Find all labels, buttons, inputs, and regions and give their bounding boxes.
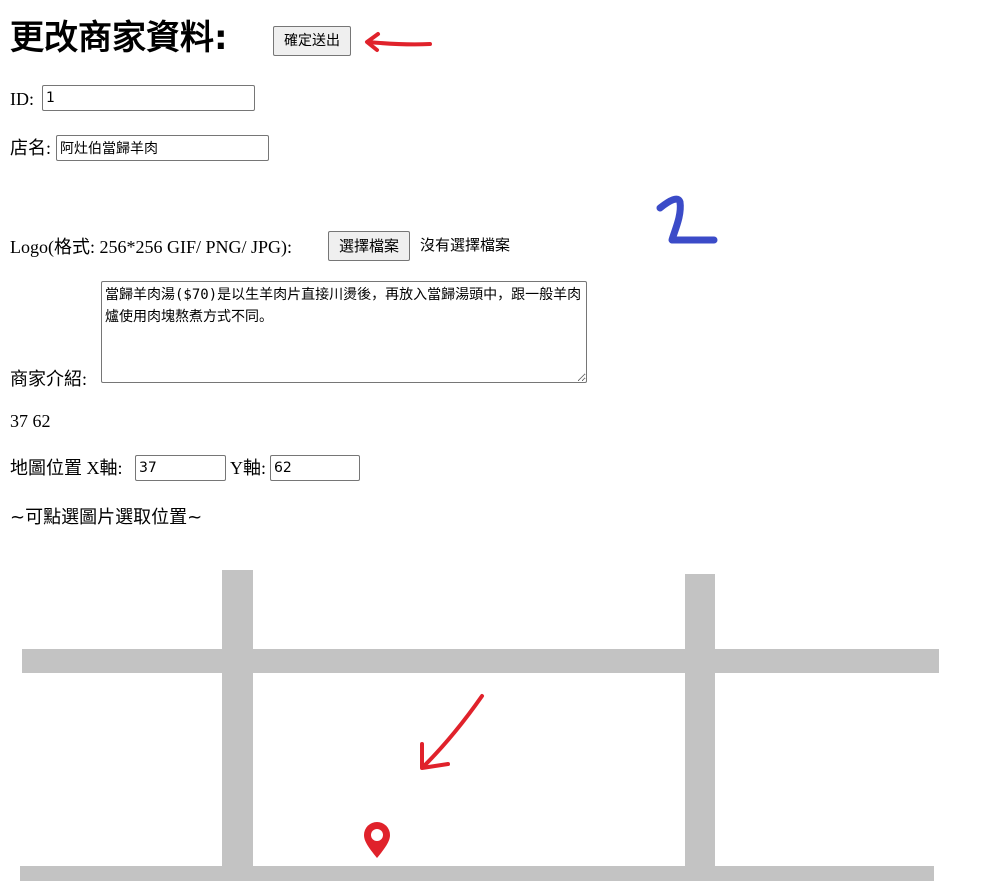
submit-button[interactable]: 確定送出	[273, 26, 351, 56]
map-road-horizontal	[22, 649, 939, 673]
logo-label: Logo(格式: 256*256 GIF/ PNG/ JPG):	[10, 237, 293, 257]
id-input[interactable]	[42, 85, 255, 111]
id-label: ID:	[10, 89, 34, 109]
x-axis-input[interactable]	[135, 455, 226, 481]
map-hint: ~可點選圖片選取位置~	[10, 507, 203, 528]
name-label: 店名:	[10, 138, 52, 158]
map-pin-icon	[364, 822, 390, 858]
intro-textarea[interactable]: 當歸羊肉湯($70)是以生羊肉片直接川燙後，再放入當歸湯頭中，跟一般羊肉爐使用肉…	[101, 281, 587, 383]
map-y-label: Y軸:	[230, 458, 266, 478]
map-x-label: 地圖位置 X軸:	[10, 458, 123, 478]
file-status-text: 沒有選擇檔案	[420, 236, 511, 254]
page-title: 更改商家資料:	[10, 18, 228, 58]
map-road-vertical	[222, 570, 253, 881]
map-road-vertical	[685, 574, 715, 881]
annotation-arrow-icon	[365, 32, 432, 52]
intro-label: 商家介紹:	[10, 369, 88, 389]
y-axis-input[interactable]	[270, 455, 360, 481]
annotation-arrow-icon	[420, 694, 484, 770]
coords-readout: 37 62	[10, 411, 51, 431]
map-road-horizontal	[20, 866, 934, 881]
store-name-input[interactable]	[56, 135, 269, 161]
choose-file-button[interactable]: 選擇檔案	[328, 231, 411, 261]
map-image[interactable]	[0, 560, 982, 881]
annotation-number-icon	[656, 195, 718, 244]
